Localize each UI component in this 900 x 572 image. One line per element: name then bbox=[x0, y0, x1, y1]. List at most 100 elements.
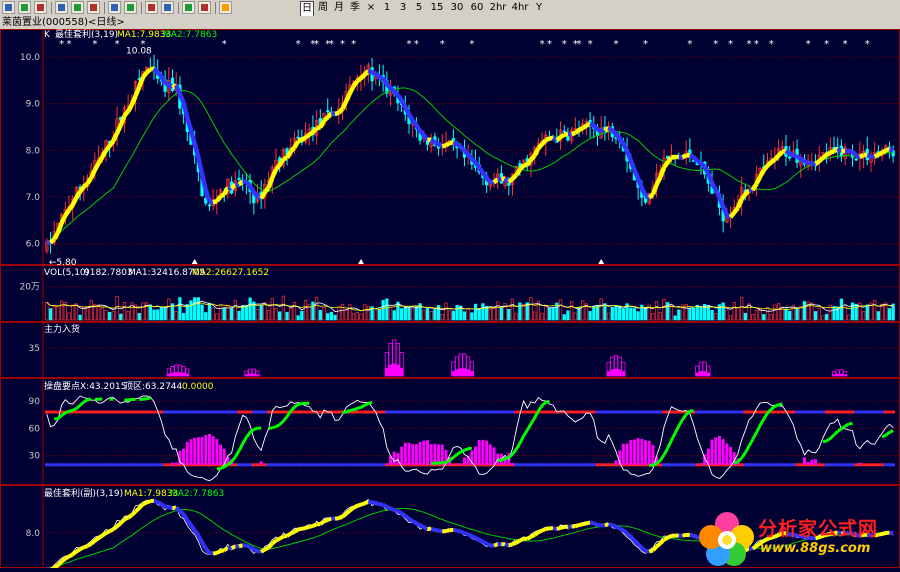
ma1-segment bbox=[246, 182, 250, 186]
candlestick-icon[interactable] bbox=[2, 1, 15, 14]
ma1-segment bbox=[298, 140, 302, 142]
ma1-segment bbox=[221, 194, 225, 196]
volume-bar bbox=[275, 308, 278, 320]
period-9[interactable]: 30 bbox=[448, 1, 466, 15]
top-band-segment bbox=[714, 411, 718, 414]
volume-bar bbox=[334, 315, 337, 320]
ma1-segment bbox=[394, 92, 398, 95]
sub-ma1-segment bbox=[187, 520, 191, 525]
bottom-band-segment bbox=[75, 463, 79, 466]
lightning-icon[interactable] bbox=[219, 1, 232, 14]
ma1-segment bbox=[361, 75, 365, 78]
ma1-segment bbox=[184, 102, 188, 118]
price-indicator-label: 最佳套利(3,19) bbox=[55, 29, 118, 40]
period-2[interactable]: 月 bbox=[332, 1, 346, 15]
top-band-segment bbox=[282, 411, 286, 414]
trader-trend-segment bbox=[742, 453, 746, 458]
trader-trend-segment bbox=[346, 411, 350, 413]
edit-icon[interactable] bbox=[182, 1, 195, 14]
period-8[interactable]: 15 bbox=[428, 1, 446, 15]
sub-ma1-segment bbox=[191, 525, 195, 530]
trader-trend-segment bbox=[457, 452, 461, 454]
top-band-segment bbox=[219, 411, 223, 414]
bottom-band-segment bbox=[108, 463, 112, 466]
period-12[interactable]: 4hr bbox=[510, 1, 530, 15]
sub-ma1-segment bbox=[250, 547, 254, 550]
trader-bar bbox=[219, 445, 222, 465]
volume-bar bbox=[711, 310, 714, 320]
top-band-segment bbox=[470, 411, 474, 414]
line-chart-icon[interactable] bbox=[18, 1, 31, 14]
period-3[interactable]: 季 bbox=[348, 1, 362, 15]
panel-frame bbox=[1, 30, 900, 265]
volume-bar bbox=[777, 304, 780, 320]
layout-icon[interactable] bbox=[161, 1, 174, 14]
candle-body bbox=[238, 178, 241, 180]
period-7[interactable]: 5 bbox=[412, 1, 426, 15]
top-band-segment bbox=[233, 411, 237, 414]
period-13[interactable]: Y bbox=[532, 1, 546, 15]
logo-text: 分析家公式网 bbox=[758, 514, 878, 541]
bottom-band-segment bbox=[296, 463, 300, 466]
volume-bar bbox=[389, 307, 392, 320]
ma1-segment bbox=[261, 192, 265, 198]
ma1-segment bbox=[561, 135, 565, 137]
ma1-segment bbox=[51, 239, 55, 243]
bottom-band-segment bbox=[599, 463, 603, 466]
draw-icon[interactable] bbox=[108, 1, 121, 14]
ma1-segment bbox=[697, 161, 701, 163]
top-band-segment bbox=[803, 411, 807, 414]
refresh-icon[interactable] bbox=[55, 1, 68, 14]
tools-icon[interactable] bbox=[198, 1, 211, 14]
ma1-segment bbox=[383, 78, 387, 84]
bar-chart-icon[interactable] bbox=[34, 1, 47, 14]
grid-icon[interactable] bbox=[145, 1, 158, 14]
period-6[interactable]: 3 bbox=[396, 1, 410, 15]
ma1-segment bbox=[701, 163, 705, 167]
trader-trend-segment bbox=[280, 421, 284, 425]
top-band-segment bbox=[888, 411, 892, 414]
period-0[interactable]: 日 bbox=[300, 1, 314, 17]
top-band-segment bbox=[407, 411, 411, 414]
search-icon[interactable] bbox=[87, 1, 100, 14]
period-5[interactable]: 1 bbox=[380, 1, 394, 15]
top-band-segment bbox=[123, 411, 127, 414]
volume-bar bbox=[611, 307, 614, 320]
top-band-segment bbox=[93, 411, 97, 414]
ma1-segment bbox=[464, 151, 468, 154]
period-10[interactable]: 60 bbox=[468, 1, 486, 15]
bottom-band-segment bbox=[751, 463, 755, 466]
bottom-band-segment bbox=[289, 463, 293, 466]
trader-bar bbox=[433, 444, 436, 465]
top-band-segment bbox=[367, 411, 371, 414]
mainforce-fill bbox=[248, 374, 251, 376]
bottom-band-segment bbox=[304, 463, 308, 466]
volume-bar bbox=[179, 298, 182, 320]
zoom-icon[interactable] bbox=[71, 1, 84, 14]
stock-chart[interactable]: 10.09.08.07.06.0K最佳套利(3,19)MA1:7.9833MA2… bbox=[0, 29, 900, 568]
period-11[interactable]: 2hr bbox=[488, 1, 508, 15]
period-1[interactable]: 周 bbox=[316, 1, 330, 15]
volume-bar bbox=[833, 306, 836, 320]
trader-bar bbox=[651, 445, 654, 465]
top-band-segment bbox=[477, 411, 481, 414]
trader-x-label: X:43.2015 bbox=[80, 382, 126, 392]
flag-icon[interactable] bbox=[124, 1, 137, 14]
top-band-segment bbox=[573, 411, 577, 414]
bottom-band-segment bbox=[869, 463, 873, 466]
volume-bar bbox=[485, 306, 488, 320]
trader-bar bbox=[474, 446, 477, 464]
top-band-segment bbox=[167, 411, 171, 414]
ma1-segment bbox=[509, 179, 513, 182]
top-band-segment bbox=[363, 411, 367, 414]
ma1-segment bbox=[99, 157, 103, 163]
volume-bar bbox=[90, 301, 93, 320]
candle-body bbox=[563, 131, 566, 132]
period-4[interactable]: × bbox=[364, 1, 378, 15]
top-band-segment bbox=[185, 411, 189, 414]
sub-ma1-segment bbox=[649, 550, 653, 551]
sub-ma1-segment bbox=[350, 508, 354, 511]
volume-bar bbox=[500, 308, 503, 320]
ma1-segment bbox=[860, 155, 864, 157]
price-tick-label: 7.0 bbox=[26, 193, 41, 203]
